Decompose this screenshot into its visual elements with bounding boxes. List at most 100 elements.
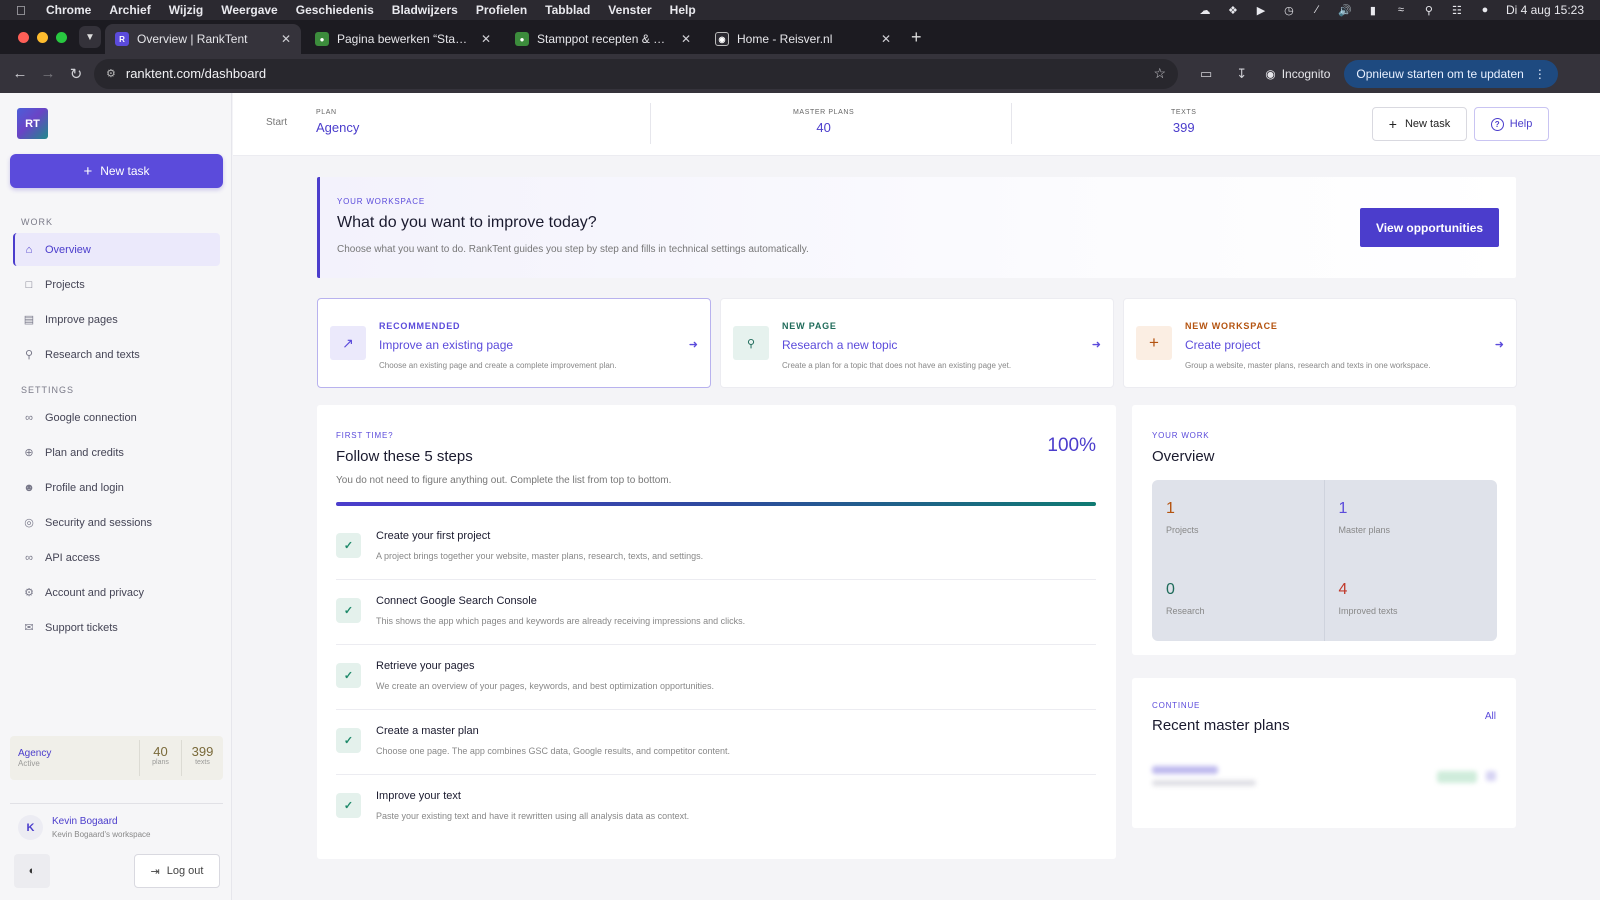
menu-item-profielen[interactable]: Profielen bbox=[476, 3, 527, 17]
close-tab-icon[interactable]: ✕ bbox=[281, 32, 291, 46]
overview-stat-master-plans[interactable]: 1 Master plans bbox=[1325, 480, 1498, 561]
menu-item-wijzig[interactable]: Wijzig bbox=[169, 3, 204, 17]
browser-tab-home-reisver[interactable]: ◉ Home - Reisver.nl ✕ bbox=[705, 24, 901, 54]
minimize-window-button[interactable] bbox=[37, 31, 48, 43]
overview-eyebrow: YOUR WORK bbox=[1152, 431, 1210, 440]
pen-icon[interactable]: ∕ bbox=[1310, 4, 1324, 16]
sidebar-item-support-tickets[interactable]: ✉ Support tickets bbox=[13, 611, 220, 644]
sidebar-new-task-button[interactable]: + New task bbox=[10, 154, 223, 188]
sidebar-item-account-and-privacy[interactable]: ⚙ Account and privacy bbox=[13, 576, 220, 609]
plan-summary-card[interactable]: Agency Active 40 plans 399 texts bbox=[10, 736, 223, 780]
forward-icon[interactable]: → bbox=[34, 65, 62, 82]
blurred-plan-title bbox=[1152, 766, 1218, 774]
close-window-button[interactable] bbox=[18, 31, 29, 43]
step-item[interactable]: ✓ Retrieve your pages We create an overv… bbox=[336, 646, 1096, 710]
browser-tab-stamppot[interactable]: ● Stamppot recepten & meer! | Reisver.nl… bbox=[505, 24, 701, 54]
menu-item-archief[interactable]: Archief bbox=[109, 3, 150, 17]
action-card-improve-page[interactable]: ↗ RECOMMENDED Improve an existing page C… bbox=[317, 298, 711, 388]
close-tab-icon[interactable]: ✕ bbox=[681, 32, 691, 46]
step-description: This shows the app which pages and keywo… bbox=[376, 616, 746, 626]
topbar-new-task-button[interactable]: + New task bbox=[1372, 107, 1467, 141]
sidebar-item-google-connection[interactable]: ∞ Google connection bbox=[13, 401, 220, 434]
menu-item-help[interactable]: Help bbox=[670, 3, 696, 17]
action-card-create-project[interactable]: + NEW WORKSPACE Create project Group a w… bbox=[1123, 298, 1517, 388]
menu-app-name[interactable]: Chrome bbox=[46, 3, 91, 17]
sidebar-item-plan-and-credits[interactable]: ⊕ Plan and credits bbox=[13, 436, 220, 469]
step-item[interactable]: ✓ Create your first project A project br… bbox=[336, 516, 1096, 580]
site-settings-icon[interactable]: ⚙ bbox=[106, 67, 116, 80]
bookmark-star-icon[interactable]: ☆ bbox=[1153, 65, 1166, 82]
menu-item-venster[interactable]: Venster bbox=[608, 3, 651, 17]
url-text[interactable]: ranktent.com/dashboard bbox=[126, 66, 1154, 81]
sidebar-item-improve-pages[interactable]: ▤ Improve pages bbox=[13, 303, 220, 336]
new-tab-button[interactable]: + bbox=[911, 27, 922, 48]
sidebar-item-security-and-sessions[interactable]: ◎ Security and sessions bbox=[13, 506, 220, 539]
spotlight-icon[interactable]: ⚲ bbox=[1422, 4, 1436, 17]
close-tab-icon[interactable]: ✕ bbox=[881, 32, 891, 46]
action-title: Research a new topic bbox=[782, 338, 898, 352]
logout-button[interactable]: ⇥ Log out bbox=[134, 854, 220, 888]
cast-icon[interactable]: ▭ bbox=[1200, 66, 1212, 82]
menu-item-bladwijzers[interactable]: Bladwijzers bbox=[392, 3, 458, 17]
plan-status: Active bbox=[18, 759, 40, 768]
tab-title: Home - Reisver.nl bbox=[737, 32, 833, 46]
overview-card: YOUR WORK Overview 1 Projects 1 Master p… bbox=[1132, 405, 1516, 655]
help-button[interactable]: ? Help bbox=[1474, 107, 1549, 141]
menu-item-weergave[interactable]: Weergave bbox=[221, 3, 277, 17]
maximize-window-button[interactable] bbox=[56, 31, 67, 43]
action-card-research-topic[interactable]: ⚲ NEW PAGE Research a new topic Create a… bbox=[720, 298, 1114, 388]
browser-tab-pagina-bewerken[interactable]: ● Pagina bewerken “Stamppot recepten & m… bbox=[305, 24, 501, 54]
master-plans-stat-value: 40 bbox=[816, 120, 831, 135]
arrow-right-icon: ➜ bbox=[1494, 339, 1504, 351]
download-icon[interactable]: ↧ bbox=[1236, 66, 1247, 82]
plan-plans-count: 40 bbox=[153, 744, 168, 759]
volume-icon[interactable]: 🔊 bbox=[1338, 4, 1352, 17]
apple-icon[interactable]:  bbox=[16, 3, 32, 18]
siri-icon[interactable]: ● bbox=[1478, 4, 1492, 16]
control-center-icon[interactable]: ☷ bbox=[1450, 4, 1464, 17]
plan-name: Agency bbox=[18, 748, 52, 759]
sidebar-item-api-access[interactable]: ∞ API access bbox=[13, 541, 220, 574]
address-bar[interactable]: ⚙ ranktent.com/dashboard ☆ bbox=[94, 58, 1178, 89]
blurred-master-plan-row[interactable] bbox=[1152, 766, 1497, 796]
sidebar-item-label: Security and sessions bbox=[45, 516, 152, 529]
breadcrumb[interactable]: Start bbox=[266, 117, 287, 128]
sidebar-item-profile-and-login[interactable]: ☻ Profile and login bbox=[13, 471, 220, 504]
incognito-indicator[interactable]: ◉ Incognito bbox=[1265, 67, 1330, 81]
update-button[interactable]: Opnieuw starten om te updaten ⋮ bbox=[1344, 59, 1558, 88]
user-profile[interactable]: K Kevin Bogaard Kevin Bogaard's workspac… bbox=[18, 815, 150, 840]
wifi-icon[interactable]: ≈ bbox=[1394, 4, 1408, 16]
close-tab-icon[interactable]: ✕ bbox=[481, 32, 491, 46]
view-opportunities-button[interactable]: View opportunities bbox=[1360, 208, 1499, 247]
step-item[interactable]: ✓ Create a master plan Choose one page. … bbox=[336, 711, 1096, 775]
menu-item-geschiedenis[interactable]: Geschiedenis bbox=[296, 3, 374, 17]
sidebar-item-research-and-texts[interactable]: ⚲ Research and texts bbox=[13, 338, 220, 371]
step-item[interactable]: ✓ Connect Google Search Console This sho… bbox=[336, 581, 1096, 645]
tab-search-button[interactable]: ▼ bbox=[79, 26, 101, 48]
overview-stat-research[interactable]: 0 Research bbox=[1152, 560, 1325, 641]
menubar-clock[interactable]: Di 4 aug 15:23 bbox=[1506, 3, 1584, 17]
recent-title: Recent master plans bbox=[1152, 717, 1290, 734]
ranktent-logo[interactable]: RT bbox=[17, 108, 48, 139]
sidebar-item-overview[interactable]: ⌂ Overview bbox=[13, 233, 220, 266]
step-item[interactable]: ✓ Improve your text Paste your existing … bbox=[336, 776, 1096, 840]
overview-stat-projects[interactable]: 1 Projects bbox=[1152, 480, 1325, 561]
arrow-up-right-icon: ↗ bbox=[330, 326, 366, 360]
clock-icon[interactable]: ◷ bbox=[1282, 4, 1296, 17]
cloud-icon[interactable]: ☁ bbox=[1198, 4, 1212, 17]
play-icon[interactable]: ▶ bbox=[1254, 4, 1268, 17]
dropbox-icon[interactable]: ❖ bbox=[1226, 4, 1240, 17]
battery-icon[interactable]: ▮ bbox=[1366, 4, 1380, 17]
avatar: K bbox=[18, 815, 43, 840]
browser-tab-ranktent[interactable]: R Overview | RankTent ✕ bbox=[105, 24, 301, 54]
menu-item-tabblad[interactable]: Tabblad bbox=[545, 3, 590, 17]
theme-toggle-button[interactable]: ◐ bbox=[14, 854, 50, 888]
texts-stat-label: TEXTS bbox=[1171, 109, 1197, 116]
step-description: A project brings together your website, … bbox=[376, 551, 704, 561]
sidebar: RT + New task WORK ⌂ Overview □ Projects… bbox=[0, 93, 232, 900]
overview-stat-improved-texts[interactable]: 4 Improved texts bbox=[1325, 561, 1498, 642]
view-all-link[interactable]: All bbox=[1485, 711, 1496, 722]
sidebar-item-projects[interactable]: □ Projects bbox=[13, 268, 220, 301]
back-icon[interactable]: ← bbox=[6, 65, 34, 82]
reload-icon[interactable]: ↻ bbox=[62, 65, 90, 83]
